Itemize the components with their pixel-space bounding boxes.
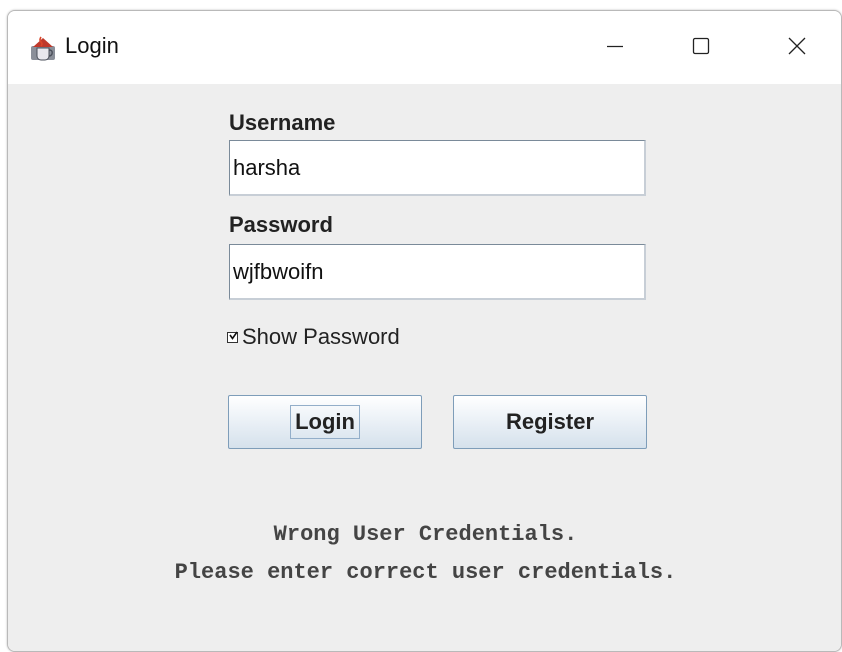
login-form-panel: Username harsha Password wjfbwoifn Show … xyxy=(8,84,841,651)
login-button-label: Login xyxy=(290,405,360,439)
error-message-line-2: Please enter correct user credentials. xyxy=(174,560,677,585)
error-message-line-1: Wrong User Credentials. xyxy=(273,522,578,547)
register-button[interactable]: Register xyxy=(453,395,647,449)
minimize-icon xyxy=(605,36,625,61)
checkbox-checked-icon[interactable] xyxy=(227,331,238,343)
java-cup-icon xyxy=(29,34,57,62)
close-icon xyxy=(787,36,807,61)
title-bar[interactable]: Login xyxy=(8,11,841,84)
maximize-button[interactable] xyxy=(671,25,731,71)
username-label: Username xyxy=(229,110,336,135)
window-title: Login xyxy=(65,33,119,58)
register-button-label: Register xyxy=(505,409,595,434)
minimize-button[interactable] xyxy=(585,25,645,71)
maximize-icon xyxy=(691,36,711,61)
password-label: Password xyxy=(229,212,333,237)
close-button[interactable] xyxy=(767,25,827,71)
username-input[interactable]: harsha xyxy=(229,140,646,196)
login-button[interactable]: Login xyxy=(228,395,422,449)
show-password-checkbox[interactable]: Show Password xyxy=(227,324,400,350)
show-password-label: Show Password xyxy=(242,324,400,349)
login-window: Login Username harsha Password wjfbwoifn xyxy=(7,10,842,652)
password-input[interactable]: wjfbwoifn xyxy=(229,244,646,300)
